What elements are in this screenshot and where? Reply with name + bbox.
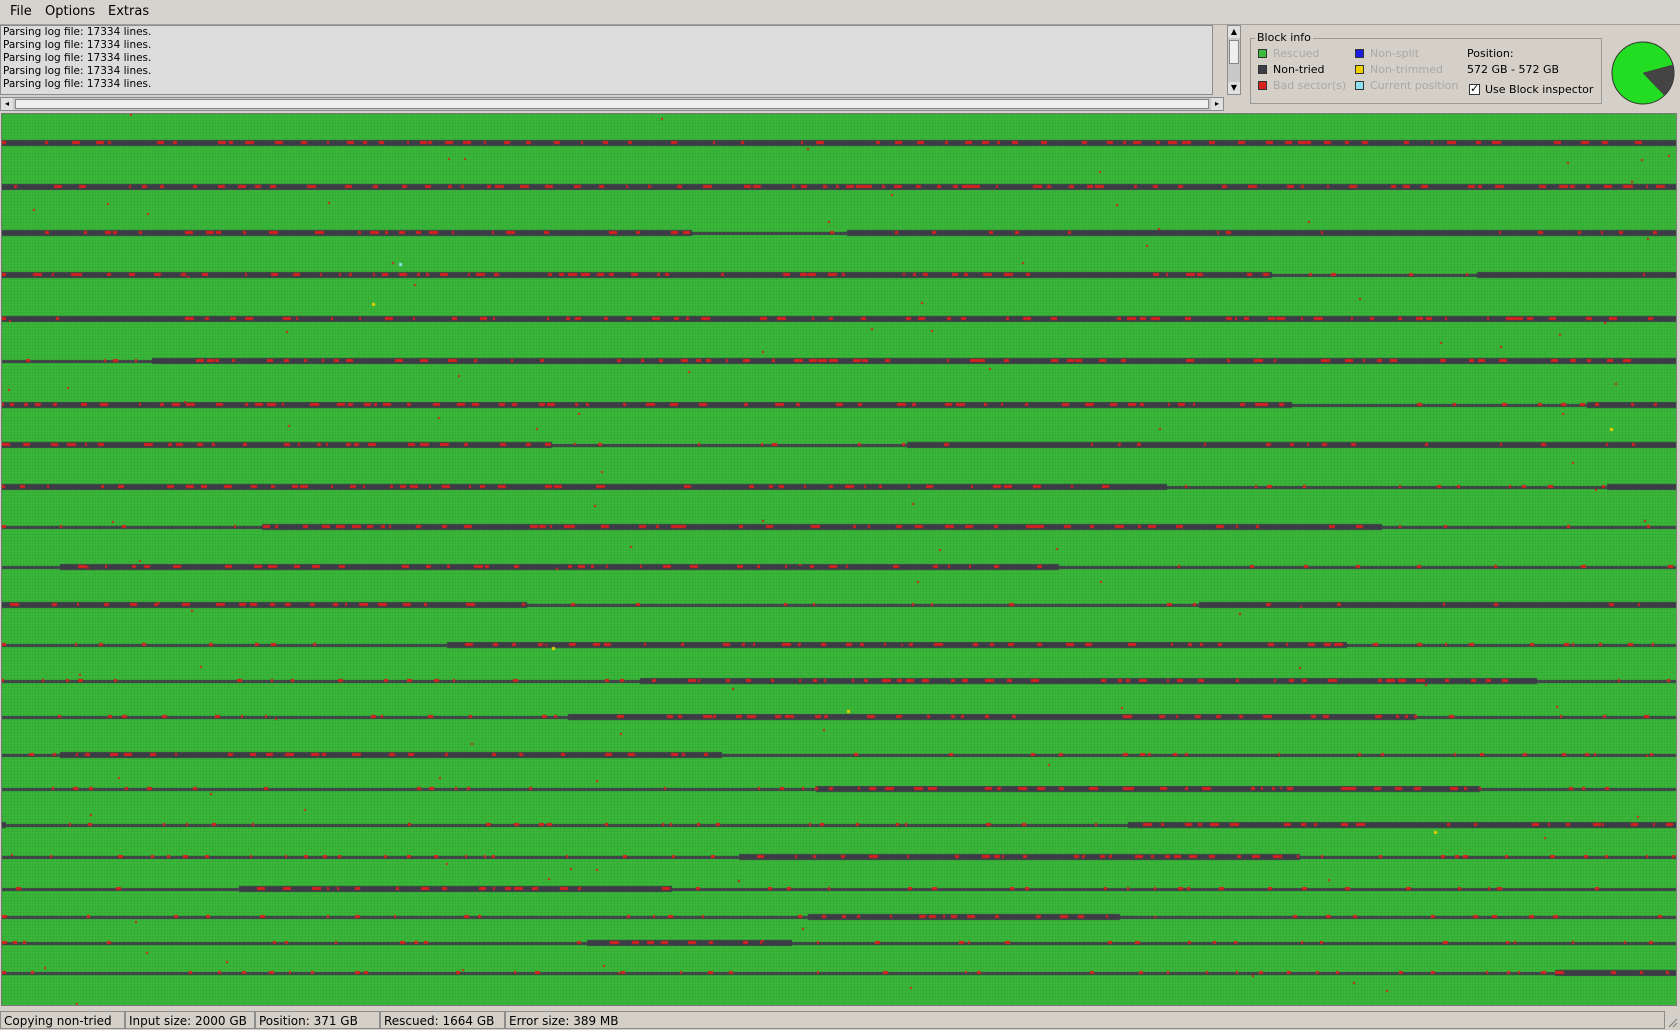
legend-rescued: Rescued (1258, 47, 1319, 60)
non-tried-swatch-icon (1258, 65, 1267, 74)
block-info-title: Block info (1255, 31, 1313, 44)
scrollbar-thumb[interactable] (15, 99, 1209, 109)
status-rescued: Rescued: 1664 GB (380, 1011, 505, 1029)
log-line: Parsing log file: 17334 lines. (3, 26, 152, 38)
non-split-swatch-icon (1355, 49, 1364, 58)
scroll-right-arrow-icon[interactable]: ▸ (1211, 98, 1223, 110)
menu-bar: File Options Extras (0, 0, 1680, 25)
use-block-inspector-checkbox[interactable]: Use Block inspector (1469, 82, 1593, 96)
log-line: Parsing log file: 17334 lines. (3, 39, 152, 51)
checkbox-checked-icon[interactable] (1469, 82, 1480, 95)
log-line: Parsing log file: 17334 lines. (3, 65, 152, 77)
scrollbar-thumb[interactable] (1229, 40, 1239, 64)
status-position: Position: 371 GB (255, 1011, 380, 1029)
log-horizontal-scrollbar[interactable]: ◂ ▸ (0, 97, 1224, 111)
status-error-size: Error size: 389 MB (505, 1011, 1665, 1029)
position-value: 572 GB - 572 GB (1467, 63, 1560, 76)
current-position-swatch-icon (1355, 81, 1364, 90)
status-bar: Copying non-tried Input size: 2000 GB Po… (0, 1010, 1680, 1030)
legend-bad-sectors: Bad sector(s) (1258, 79, 1346, 92)
scroll-down-arrow-icon[interactable]: ▼ (1228, 82, 1240, 94)
log-output[interactable]: Parsing log file: 17334 lines. Parsing l… (0, 25, 1213, 95)
rescued-swatch-icon (1258, 49, 1267, 58)
menu-file[interactable]: File (7, 4, 35, 19)
progress-pie (1611, 41, 1675, 105)
scroll-left-arrow-icon[interactable]: ◂ (1, 98, 13, 110)
menu-options[interactable]: Options (42, 4, 98, 19)
block-map-canvas[interactable] (2, 114, 1676, 1005)
scroll-up-arrow-icon[interactable]: ▲ (1228, 26, 1240, 38)
block-map[interactable] (1, 113, 1677, 1006)
log-line: Parsing log file: 17334 lines. (3, 52, 152, 64)
legend-non-trimmed: Non-trimmed (1355, 63, 1443, 76)
legend-non-tried: Non-tried (1258, 63, 1325, 76)
legend-non-split: Non-split (1355, 47, 1419, 60)
log-line: Parsing log file: 17334 lines. (3, 78, 152, 90)
legend-current-position: Current position (1355, 79, 1458, 92)
resize-grip-icon[interactable] (1666, 1016, 1678, 1028)
status-input-size: Input size: 2000 GB (125, 1011, 255, 1029)
non-trimmed-swatch-icon (1355, 65, 1364, 74)
position-label: Position: (1467, 47, 1514, 60)
status-state: Copying non-tried (0, 1011, 125, 1029)
log-vertical-scrollbar[interactable]: ▲ ▼ (1227, 25, 1241, 95)
menu-extras[interactable]: Extras (105, 4, 152, 19)
bad-sector-swatch-icon (1258, 81, 1267, 90)
